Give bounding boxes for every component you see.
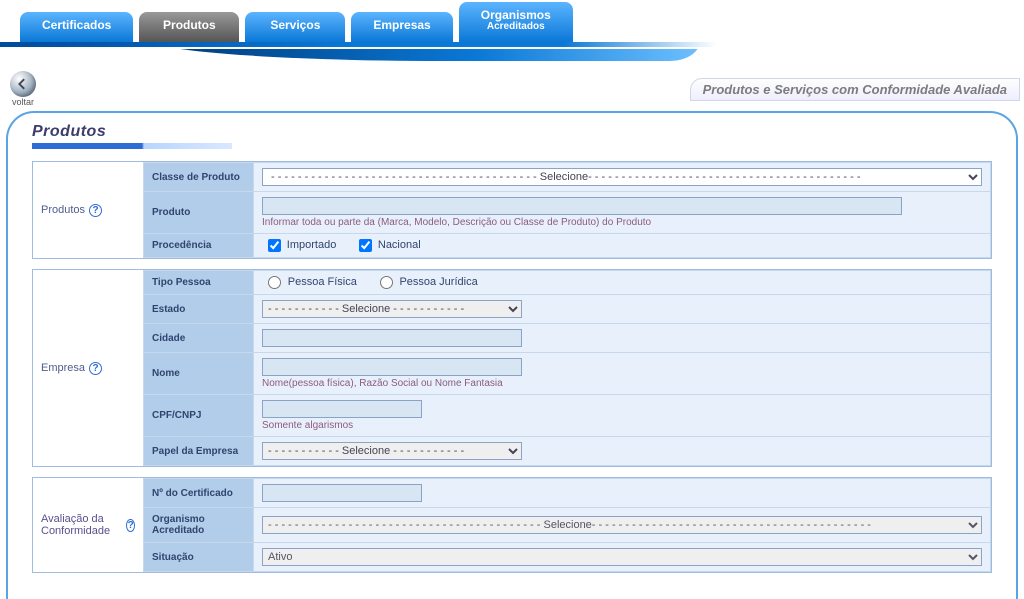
label-classe-produto: Classe de Produto: [144, 163, 254, 192]
input-nome[interactable]: [262, 358, 522, 376]
back-button[interactable]: voltar: [10, 71, 36, 107]
label-tipo-pessoa: Tipo Pessoa: [144, 271, 254, 295]
tab-empresas[interactable]: Empresas: [351, 12, 452, 42]
hint-nome: Nome(pessoa física), Razão Social ou Nom…: [262, 378, 982, 389]
radio-pessoa-fisica-label: Pessoa Física: [288, 276, 357, 288]
input-numero-certificado[interactable]: [262, 484, 422, 502]
label-estado: Estado: [144, 295, 254, 324]
input-cpf-cnpj[interactable]: [262, 400, 422, 418]
radio-pessoa-juridica[interactable]: [380, 276, 393, 289]
legend-empresa-text: Empresa: [41, 362, 85, 374]
top-nav: Certificados Produtos Serviços Empresas …: [0, 0, 1024, 42]
select-estado[interactable]: - - - - - - - - - - - Selecione - - - - …: [262, 300, 522, 318]
label-numero-certificado: Nº do Certificado: [144, 479, 254, 508]
select-organismo-acreditado[interactable]: - - - - - - - - - - - - - - - - - - - - …: [262, 516, 982, 534]
radio-pessoa-juridica-label: Pessoa Jurídica: [399, 276, 477, 288]
page-banner: Produtos e Serviços com Conformidade Ava…: [690, 78, 1020, 101]
label-organismo-acreditado: Organismo Acreditado: [144, 508, 254, 543]
tab-organismos-label: Organismos: [481, 8, 551, 22]
select-classe-produto[interactable]: - - - - - - - - - - - - - - - - - - - - …: [262, 168, 982, 186]
label-produto: Produto: [144, 192, 254, 234]
section-avaliacao: Avaliação da Conformidade ? Nº do Certif…: [32, 477, 992, 573]
nav-divider: [0, 42, 1024, 47]
tab-certificados[interactable]: Certificados: [20, 12, 133, 42]
back-arrow-icon: [10, 71, 36, 97]
tab-produtos[interactable]: Produtos: [139, 12, 239, 42]
help-icon[interactable]: ?: [126, 519, 135, 532]
select-papel-empresa[interactable]: - - - - - - - - - - - Selecione - - - - …: [262, 442, 522, 460]
checkbox-importado[interactable]: [268, 239, 281, 252]
legend-empresa: Empresa ?: [33, 270, 143, 466]
label-procedencia: Procedência: [144, 234, 254, 258]
main-frame: Produtos Produtos ? Classe de Produto - …: [6, 111, 1018, 599]
label-papel-empresa: Papel da Empresa: [144, 437, 254, 466]
page-title: Produtos: [32, 123, 992, 141]
input-cidade[interactable]: [262, 329, 522, 347]
legend-avaliacao-text: Avaliação da Conformidade: [41, 513, 122, 537]
label-cpf-cnpj: CPF/CNPJ: [144, 395, 254, 437]
nav-swoosh: [0, 49, 1024, 67]
input-produto[interactable]: [262, 197, 902, 215]
legend-produtos: Produtos ?: [33, 162, 143, 258]
checkbox-importado-label: Importado: [287, 239, 337, 251]
legend-avaliacao: Avaliação da Conformidade ?: [33, 478, 143, 572]
hint-cpf: Somente algarismos: [262, 420, 982, 431]
checkbox-nacional-label: Nacional: [378, 239, 421, 251]
label-nome: Nome: [144, 353, 254, 395]
tab-servicos[interactable]: Serviços: [245, 12, 345, 42]
tab-organismos[interactable]: Organismos Acreditados: [459, 2, 573, 42]
title-underline: [32, 143, 232, 149]
label-situacao: Situação: [144, 543, 254, 572]
select-situacao[interactable]: Ativo: [262, 548, 982, 566]
label-cidade: Cidade: [144, 324, 254, 353]
checkbox-nacional[interactable]: [359, 239, 372, 252]
section-produtos: Produtos ? Classe de Produto - - - - - -…: [32, 161, 992, 259]
help-icon[interactable]: ?: [89, 362, 102, 375]
legend-produtos-text: Produtos: [41, 204, 85, 216]
radio-pessoa-fisica[interactable]: [268, 276, 281, 289]
hint-produto: Informar toda ou parte da (Marca, Modelo…: [262, 217, 982, 228]
section-empresa: Empresa ? Tipo Pessoa Pessoa Física Pess…: [32, 269, 992, 467]
help-icon[interactable]: ?: [89, 204, 102, 217]
back-label: voltar: [12, 97, 34, 107]
tab-organismos-sublabel: Acreditados: [481, 21, 551, 32]
